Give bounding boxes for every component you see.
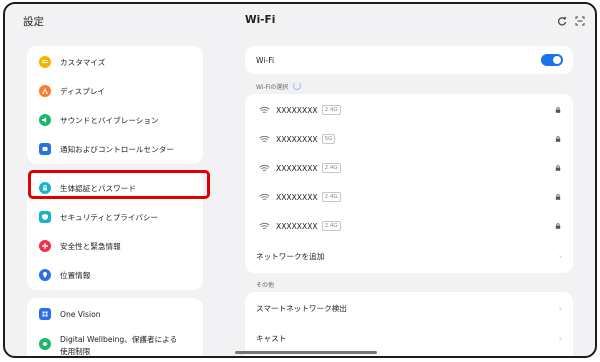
network-ssid: XXXXXXXX (276, 192, 318, 202)
page-title: Wi-Fi (245, 14, 276, 26)
cast-row[interactable]: キャスト › (245, 324, 573, 352)
sidebar-item-label: 位置情報 (60, 270, 91, 280)
emergency-icon (39, 240, 51, 252)
wifi-panel: Wi-Fi Wi-Fi Wi-Fiの選択 XXXXXXXX 2.4G XXXXX… (227, 4, 595, 356)
sidebar-item-label-line2: 使用制限 (60, 347, 91, 356)
network-band-badge: 2.4G (321, 163, 341, 173)
other-settings-card: スマートネットワーク検出 › キャスト › (245, 292, 573, 356)
device-screen: 設定 カスタマイズ ディスプレイ サウンドとバイブレーション 通知およびコントロ… (3, 2, 597, 358)
sound-icon (39, 114, 51, 126)
wifi-signal-icon (259, 164, 270, 171)
sidebar-item-label: カスタマイズ (60, 57, 106, 67)
sidebar-item-label: サウンドとバイブレーション (60, 115, 159, 125)
network-band-badge: 2.4G (321, 221, 341, 231)
network-ssid: XXXXXXXX (276, 134, 318, 144)
sidebar-item-security[interactable]: セキュリティとプライバシー (27, 203, 203, 231)
network-list-card: XXXXXXXX 2.4G XXXXXXXX 5G XXXXXXXX 2.4G … (245, 94, 573, 273)
scan-icon[interactable] (575, 16, 585, 26)
add-network-row[interactable]: ネットワークを追加 › (245, 242, 573, 270)
loading-spinner-icon (293, 82, 302, 90)
sidebar-item-one-vision[interactable]: One Vision (27, 300, 203, 328)
shield-icon (39, 211, 51, 223)
chevron-right-icon: › (558, 304, 562, 313)
chevron-right-icon: › (558, 334, 562, 343)
sidebar-item-label: セキュリティとプライバシー (60, 212, 159, 222)
network-ssid: XXXXXXXX (276, 221, 318, 231)
sidebar-item-label: One Vision (60, 309, 101, 319)
lock-icon (555, 223, 561, 229)
wifi-signal-icon (259, 135, 270, 142)
lock-icon (555, 136, 561, 142)
network-band-badge: 5G (321, 134, 336, 144)
sidebar-item-emergency[interactable]: 安全性と緊急情報 (27, 232, 203, 260)
chevron-right-icon: › (558, 252, 562, 261)
network-row[interactable]: XXXXXXXX 2.4G (245, 96, 573, 124)
network-band-badge: 2.4G (321, 105, 341, 115)
sidebar-item-digital-wellbeing[interactable]: Digital Wellbeing、保護者による 使用制限 (27, 334, 203, 356)
smart-network-label: スマートネットワーク検出 (256, 303, 347, 313)
wifi-toggle-card: Wi-Fi (245, 46, 573, 74)
other-section-label: その他 (256, 282, 275, 289)
sidebar-item-display[interactable]: ディスプレイ (27, 77, 203, 105)
wifi-signal-icon (259, 193, 270, 200)
location-icon (39, 269, 51, 281)
network-band-badge: 2.4G (321, 192, 341, 202)
network-row[interactable]: XXXXXXXX 2.4G (245, 183, 573, 211)
sidebar-item-sound[interactable]: サウンドとバイブレーション (27, 106, 203, 134)
sidebar-item-customize[interactable]: カスタマイズ (27, 48, 203, 76)
network-ssid: XXXXXXXX (276, 163, 318, 173)
network-ssid: XXXXXXXX (276, 105, 318, 115)
smart-network-row[interactable]: スマートネットワーク検出 › (245, 294, 573, 322)
notification-icon (39, 143, 51, 155)
network-row[interactable]: XXXXXXXX 2.4G (245, 212, 573, 240)
refresh-icon[interactable] (557, 16, 567, 26)
display-icon (39, 85, 51, 97)
wifi-signal-icon (259, 222, 270, 229)
wifi-toggle-switch[interactable] (541, 54, 563, 66)
sidebar-item-label: ディスプレイ (60, 86, 106, 96)
sidebar-item-label: 安全性と緊急情報 (60, 241, 121, 251)
settings-title: 設定 (23, 16, 44, 28)
home-indicator[interactable] (235, 351, 377, 354)
wifi-signal-icon (259, 106, 270, 113)
wifi-toggle-label: Wi-Fi (256, 55, 275, 65)
settings-sidebar: 設定 カスタマイズ ディスプレイ サウンドとバイブレーション 通知およびコントロ… (5, 4, 227, 356)
wellbeing-icon (39, 338, 51, 350)
network-row[interactable]: XXXXXXXX 2.4G (245, 154, 573, 182)
wifi-toggle-row[interactable]: Wi-Fi (245, 46, 573, 74)
palette-icon (39, 56, 51, 68)
wifi-select-text: Wi-Fiの選択 (256, 84, 289, 91)
sidebar-item-label: 通知およびコントロールセンター (60, 144, 174, 154)
settings-group-3: One Vision Digital Wellbeing、保護者による 使用制限 (27, 298, 203, 356)
highlight-frame (28, 170, 210, 199)
add-network-label: ネットワークを追加 (256, 251, 325, 261)
settings-group-1: カスタマイズ ディスプレイ サウンドとバイブレーション 通知およびコントロールセ… (27, 46, 203, 164)
lock-icon (555, 107, 561, 113)
network-row[interactable]: XXXXXXXX 5G (245, 125, 573, 153)
sidebar-item-location[interactable]: 位置情報 (27, 261, 203, 289)
wifi-select-label: Wi-Fiの選択 (256, 82, 302, 91)
sidebar-item-label: Digital Wellbeing、保護者による (60, 335, 178, 344)
sidebar-item-notification[interactable]: 通知およびコントロールセンター (27, 135, 203, 163)
one-vision-icon (39, 308, 51, 320)
sidebar-item-label-group: Digital Wellbeing、保護者による 使用制限 (60, 334, 178, 356)
cast-label: キャスト (256, 333, 287, 343)
lock-icon (555, 165, 561, 171)
lock-icon (555, 194, 561, 200)
